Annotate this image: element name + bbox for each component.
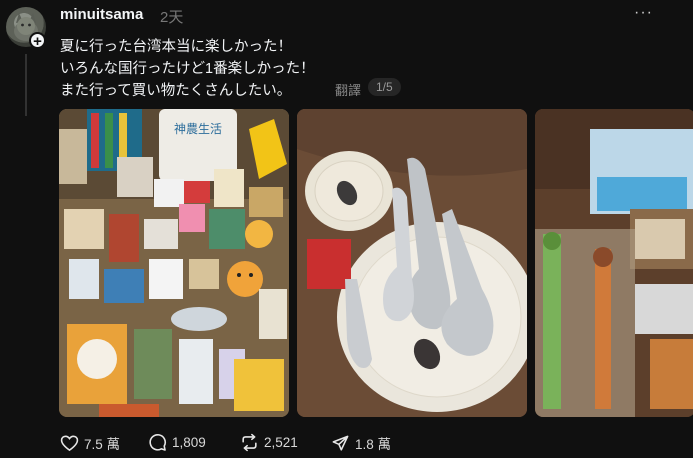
image-counter: 1/5: [368, 78, 401, 96]
like-count: 7.5 萬: [84, 437, 121, 452]
post-image-2[interactable]: [297, 109, 527, 417]
repost-icon: [242, 433, 257, 452]
post-text-line-3: また行って買い物たくさんしたい。: [60, 83, 292, 99]
post-time[interactable]: 2天: [160, 6, 183, 27]
share-button[interactable]: 1.8 萬: [331, 433, 391, 453]
post-image-3[interactable]: [535, 109, 693, 417]
repost-count: 2,521: [264, 435, 298, 450]
tote-bag-text: 神農生活: [174, 122, 222, 136]
post-text-line-1: 夏に行った台湾本当に楽しかった！: [60, 39, 292, 55]
like-button[interactable]: 7.5 萬: [60, 433, 120, 453]
share-count: 1.8 萬: [355, 437, 392, 452]
send-icon: [332, 435, 349, 451]
heart-icon: [60, 435, 79, 452]
post-image-1[interactable]: 神農生活: [59, 109, 289, 417]
more-options-icon[interactable]: ···: [634, 4, 653, 22]
comment-icon: [149, 434, 166, 451]
comment-count: 1,809: [172, 435, 206, 450]
username[interactable]: minuitsama: [60, 6, 143, 23]
post-text-line-2: いろんな国行ったけど1番楽しかった！: [60, 61, 315, 77]
translate-link[interactable]: 翻譯: [335, 80, 361, 99]
comment-button[interactable]: 1,809: [148, 433, 206, 452]
thread-line: [25, 54, 27, 116]
avatar-container[interactable]: +: [6, 7, 46, 50]
follow-plus-icon[interactable]: +: [29, 32, 46, 50]
repost-button[interactable]: 2,521: [240, 433, 298, 452]
thread-post: + minuitsama 2天 ··· 夏に行った台湾本当に楽しかった！ いろん…: [0, 0, 693, 458]
